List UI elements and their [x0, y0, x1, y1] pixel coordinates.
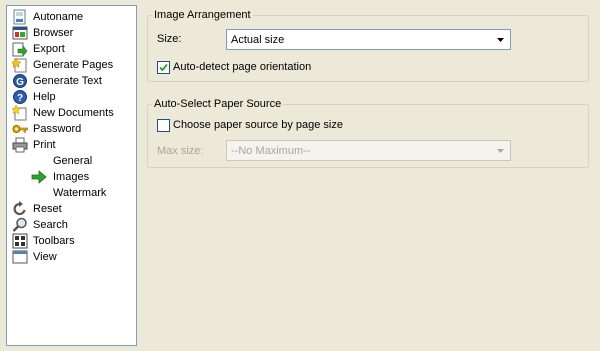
tree-item-reset[interactable]: Reset: [7, 201, 136, 217]
tree-item-label: Generate Text: [33, 75, 102, 87]
tree-item-label: Autoname: [33, 11, 84, 23]
tree-item-watermark[interactable]: Watermark: [7, 185, 136, 201]
tree-item-autoname[interactable]: Autoname: [7, 9, 136, 25]
max-size-label: Max size:: [157, 145, 204, 157]
tree-item-label: Help: [33, 91, 56, 103]
tree-item-search[interactable]: Search: [7, 217, 136, 233]
tree-item-label: Print: [33, 139, 56, 151]
tree-item-general[interactable]: General: [7, 153, 136, 169]
tree-item-label: Images: [53, 171, 90, 183]
max-size-select-value: --No Maximum--: [231, 145, 311, 157]
svg-text:?: ?: [17, 93, 23, 104]
autoname-icon: [13, 9, 26, 25]
tree-item-toolbars[interactable]: Toolbars: [7, 233, 136, 249]
paper-source-title: Auto-Select Paper Source: [152, 98, 284, 111]
tree-item-label: Generate Pages: [33, 59, 114, 71]
tree-item-label: Toolbars: [33, 235, 75, 247]
printer-icon: [12, 137, 28, 153]
tree-item-label: View: [33, 251, 57, 263]
generate-pages-icon: [12, 57, 27, 73]
help-icon: ?: [13, 90, 27, 104]
tree-item-print[interactable]: Print: [7, 137, 136, 153]
tree-item-new-documents[interactable]: New Documents: [7, 105, 136, 121]
tree-item-view[interactable]: View: [7, 249, 136, 265]
chevron-down-icon: [497, 149, 504, 153]
tree-item-label: Export: [33, 43, 65, 55]
size-select[interactable]: Actual size: [226, 29, 511, 50]
tree-item-label: New Documents: [33, 107, 114, 119]
reset-icon: [13, 201, 26, 216]
max-size-select[interactable]: --No Maximum--: [226, 140, 511, 161]
choose-paper-source-checkbox[interactable]: [157, 119, 170, 132]
choose-paper-source-label[interactable]: Choose paper source by page size: [173, 118, 343, 132]
new-documents-icon: [12, 105, 27, 121]
generate-text-icon: G: [13, 74, 27, 88]
search-icon: [12, 217, 27, 232]
svg-text:G: G: [16, 77, 24, 88]
tree-item-label: Browser: [33, 27, 74, 39]
browser-icon: [12, 26, 28, 40]
toolbars-icon: [12, 233, 28, 249]
tree-item-label: Password: [33, 123, 82, 135]
image-arrangement-title: Image Arrangement: [152, 9, 253, 22]
chevron-down-icon: [497, 38, 504, 42]
tree-item-label: Reset: [33, 203, 62, 215]
tree-item-label: Search: [33, 219, 68, 231]
auto-detect-label[interactable]: Auto-detect page orientation: [173, 60, 311, 74]
checkmark-icon: [159, 63, 168, 72]
tree-item-help[interactable]: ? Help: [7, 89, 136, 105]
tree-item-generate-pages[interactable]: Generate Pages: [7, 57, 136, 73]
tree-item-export[interactable]: Export: [7, 41, 136, 57]
export-icon: [12, 42, 28, 57]
auto-detect-checkbox[interactable]: [157, 61, 170, 74]
size-select-value: Actual size: [231, 34, 285, 46]
view-icon: [12, 250, 28, 264]
tree-item-browser[interactable]: Browser: [7, 25, 136, 41]
tree-item-password[interactable]: Password: [7, 121, 136, 137]
size-label: Size:: [157, 33, 182, 45]
tree-item-images[interactable]: Images: [7, 169, 136, 185]
password-key-icon: [12, 125, 28, 133]
green-arrow-icon: [31, 170, 47, 184]
tree-item-label: Watermark: [53, 187, 107, 199]
tree-item-label: General: [53, 155, 93, 167]
options-tree[interactable]: Autoname Browser Export Generate Pages G…: [6, 5, 137, 346]
tree-item-generate-text[interactable]: G Generate Text: [7, 73, 136, 89]
